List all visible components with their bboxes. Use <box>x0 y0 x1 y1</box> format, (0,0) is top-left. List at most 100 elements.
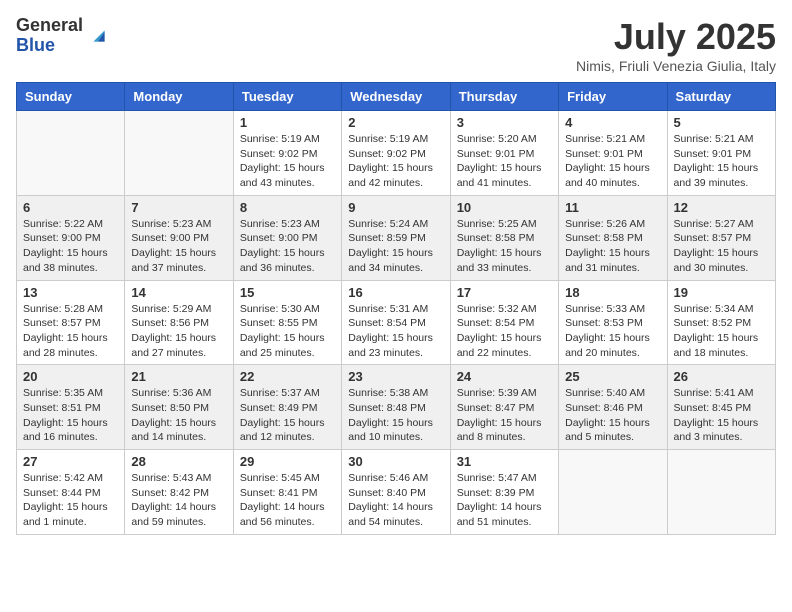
day-info: Sunrise: 5:43 AMSunset: 8:42 PMDaylight:… <box>131 471 226 530</box>
logo-blue: Blue <box>16 36 83 56</box>
calendar-cell: 26 Sunrise: 5:41 AMSunset: 8:45 PMDayligh… <box>667 365 775 450</box>
calendar-cell: 1 Sunrise: 5:19 AMSunset: 9:02 PMDaylight… <box>233 111 341 196</box>
calendar-cell: 28 Sunrise: 5:43 AMSunset: 8:42 PMDayligh… <box>125 450 233 535</box>
weekday-header-sunday: Sunday <box>17 83 125 111</box>
logo-general: General <box>16 16 83 36</box>
calendar-cell: 14 Sunrise: 5:29 AMSunset: 8:56 PMDayligh… <box>125 280 233 365</box>
day-number: 7 <box>131 200 226 215</box>
calendar-cell: 31 Sunrise: 5:47 AMSunset: 8:39 PMDayligh… <box>450 450 558 535</box>
weekday-header-monday: Monday <box>125 83 233 111</box>
calendar-cell: 22 Sunrise: 5:37 AMSunset: 8:49 PMDayligh… <box>233 365 341 450</box>
day-number: 5 <box>674 115 769 130</box>
calendar-cell: 9Sunrise: 5:24 AMSunset: 8:59 PMDaylight… <box>342 195 450 280</box>
day-number: 31 <box>457 454 552 469</box>
calendar-cell <box>17 111 125 196</box>
day-info: Sunrise: 5:20 AMSunset: 9:01 PMDaylight:… <box>457 132 552 191</box>
day-info: Sunrise: 5:19 AMSunset: 9:02 PMDaylight:… <box>240 132 335 191</box>
weekday-header-saturday: Saturday <box>667 83 775 111</box>
day-number: 24 <box>457 369 552 384</box>
day-info: Sunrise: 5:39 AMSunset: 8:47 PMDaylight:… <box>457 386 552 445</box>
day-info: Sunrise: 5:24 AMSunset: 8:59 PMDaylight:… <box>348 217 443 276</box>
calendar-cell <box>559 450 667 535</box>
day-number: 28 <box>131 454 226 469</box>
logo: General Blue <box>16 16 111 56</box>
calendar-cell: 2 Sunrise: 5:19 AMSunset: 9:02 PMDaylight… <box>342 111 450 196</box>
day-number: 30 <box>348 454 443 469</box>
calendar-cell: 29 Sunrise: 5:45 AMSunset: 8:41 PMDayligh… <box>233 450 341 535</box>
calendar-cell: 8 Sunrise: 5:23 AMSunset: 9:00 PMDaylight… <box>233 195 341 280</box>
day-info: Sunrise: 5:25 AMSunset: 8:58 PMDaylight:… <box>457 217 552 276</box>
day-number: 13 <box>23 285 118 300</box>
calendar-cell: 25Sunrise: 5:40 AMSunset: 8:46 PMDayligh… <box>559 365 667 450</box>
day-info: Sunrise: 5:32 AMSunset: 8:54 PMDaylight:… <box>457 302 552 361</box>
day-number: 20 <box>23 369 118 384</box>
day-info: Sunrise: 5:23 AMSunset: 9:00 PMDaylight:… <box>240 217 335 276</box>
calendar-week-4: 20Sunrise: 5:35 AMSunset: 8:51 PMDayligh… <box>17 365 776 450</box>
day-info: Sunrise: 5:45 AMSunset: 8:41 PMDaylight:… <box>240 471 335 530</box>
day-info: Sunrise: 5:27 AMSunset: 8:57 PMDaylight:… <box>674 217 769 276</box>
weekday-header-wednesday: Wednesday <box>342 83 450 111</box>
calendar-cell: 17 Sunrise: 5:32 AMSunset: 8:54 PMDayligh… <box>450 280 558 365</box>
calendar-cell: 4Sunrise: 5:21 AMSunset: 9:01 PMDaylight… <box>559 111 667 196</box>
day-number: 21 <box>131 369 226 384</box>
day-number: 14 <box>131 285 226 300</box>
day-info: Sunrise: 5:33 AMSunset: 8:53 PMDaylight:… <box>565 302 660 361</box>
day-info: Sunrise: 5:36 AMSunset: 8:50 PMDaylight:… <box>131 386 226 445</box>
day-number: 1 <box>240 115 335 130</box>
calendar-cell: 5 Sunrise: 5:21 AMSunset: 9:01 PMDaylight… <box>667 111 775 196</box>
calendar-cell <box>667 450 775 535</box>
day-number: 3 <box>457 115 552 130</box>
day-number: 11 <box>565 200 660 215</box>
day-info: Sunrise: 5:28 AMSunset: 8:57 PMDaylight:… <box>23 302 118 361</box>
day-info: Sunrise: 5:41 AMSunset: 8:45 PMDaylight:… <box>674 386 769 445</box>
calendar-week-5: 27Sunrise: 5:42 AMSunset: 8:44 PMDayligh… <box>17 450 776 535</box>
calendar-cell: 27Sunrise: 5:42 AMSunset: 8:44 PMDayligh… <box>17 450 125 535</box>
weekday-header-row: SundayMondayTuesdayWednesdayThursdayFrid… <box>17 83 776 111</box>
day-number: 2 <box>348 115 443 130</box>
calendar-week-2: 6 Sunrise: 5:22 AMSunset: 9:00 PMDaylight… <box>17 195 776 280</box>
calendar-week-3: 13 Sunrise: 5:28 AMSunset: 8:57 PMDayligh… <box>17 280 776 365</box>
day-info: Sunrise: 5:37 AMSunset: 8:49 PMDaylight:… <box>240 386 335 445</box>
calendar-cell: 10Sunrise: 5:25 AMSunset: 8:58 PMDayligh… <box>450 195 558 280</box>
day-info: Sunrise: 5:21 AMSunset: 9:01 PMDaylight:… <box>674 132 769 191</box>
day-info: Sunrise: 5:23 AMSunset: 9:00 PMDaylight:… <box>131 217 226 276</box>
logo-icon <box>87 24 111 48</box>
calendar-cell: 19Sunrise: 5:34 AMSunset: 8:52 PMDayligh… <box>667 280 775 365</box>
calendar-cell: 6 Sunrise: 5:22 AMSunset: 9:00 PMDaylight… <box>17 195 125 280</box>
day-info: Sunrise: 5:30 AMSunset: 8:55 PMDaylight:… <box>240 302 335 361</box>
day-number: 12 <box>674 200 769 215</box>
calendar-cell: 13 Sunrise: 5:28 AMSunset: 8:57 PMDayligh… <box>17 280 125 365</box>
calendar-cell: 18 Sunrise: 5:33 AMSunset: 8:53 PMDayligh… <box>559 280 667 365</box>
weekday-header-thursday: Thursday <box>450 83 558 111</box>
weekday-header-friday: Friday <box>559 83 667 111</box>
day-number: 6 <box>23 200 118 215</box>
day-number: 27 <box>23 454 118 469</box>
calendar-cell: 12 Sunrise: 5:27 AMSunset: 8:57 PMDayligh… <box>667 195 775 280</box>
day-info: Sunrise: 5:47 AMSunset: 8:39 PMDaylight:… <box>457 471 552 530</box>
day-number: 8 <box>240 200 335 215</box>
day-info: Sunrise: 5:22 AMSunset: 9:00 PMDaylight:… <box>23 217 118 276</box>
calendar-cell: 16Sunrise: 5:31 AMSunset: 8:54 PMDayligh… <box>342 280 450 365</box>
day-info: Sunrise: 5:19 AMSunset: 9:02 PMDaylight:… <box>348 132 443 191</box>
day-number: 18 <box>565 285 660 300</box>
day-number: 29 <box>240 454 335 469</box>
day-info: Sunrise: 5:29 AMSunset: 8:56 PMDaylight:… <box>131 302 226 361</box>
weekday-header-tuesday: Tuesday <box>233 83 341 111</box>
calendar-cell <box>125 111 233 196</box>
calendar-cell: 20Sunrise: 5:35 AMSunset: 8:51 PMDayligh… <box>17 365 125 450</box>
day-number: 23 <box>348 369 443 384</box>
day-info: Sunrise: 5:31 AMSunset: 8:54 PMDaylight:… <box>348 302 443 361</box>
calendar-cell: 7 Sunrise: 5:23 AMSunset: 9:00 PMDaylight… <box>125 195 233 280</box>
calendar-cell: 3 Sunrise: 5:20 AMSunset: 9:01 PMDaylight… <box>450 111 558 196</box>
location: Nimis, Friuli Venezia Giulia, Italy <box>576 58 776 74</box>
calendar-week-1: 1 Sunrise: 5:19 AMSunset: 9:02 PMDaylight… <box>17 111 776 196</box>
day-number: 17 <box>457 285 552 300</box>
day-info: Sunrise: 5:21 AMSunset: 9:01 PMDaylight:… <box>565 132 660 191</box>
day-info: Sunrise: 5:26 AMSunset: 8:58 PMDaylight:… <box>565 217 660 276</box>
day-number: 22 <box>240 369 335 384</box>
calendar-cell: 15Sunrise: 5:30 AMSunset: 8:55 PMDayligh… <box>233 280 341 365</box>
day-number: 26 <box>674 369 769 384</box>
title-block: July 2025 Nimis, Friuli Venezia Giulia, … <box>576 16 776 74</box>
calendar: SundayMondayTuesdayWednesdayThursdayFrid… <box>16 82 776 535</box>
calendar-cell: 11 Sunrise: 5:26 AMSunset: 8:58 PMDayligh… <box>559 195 667 280</box>
